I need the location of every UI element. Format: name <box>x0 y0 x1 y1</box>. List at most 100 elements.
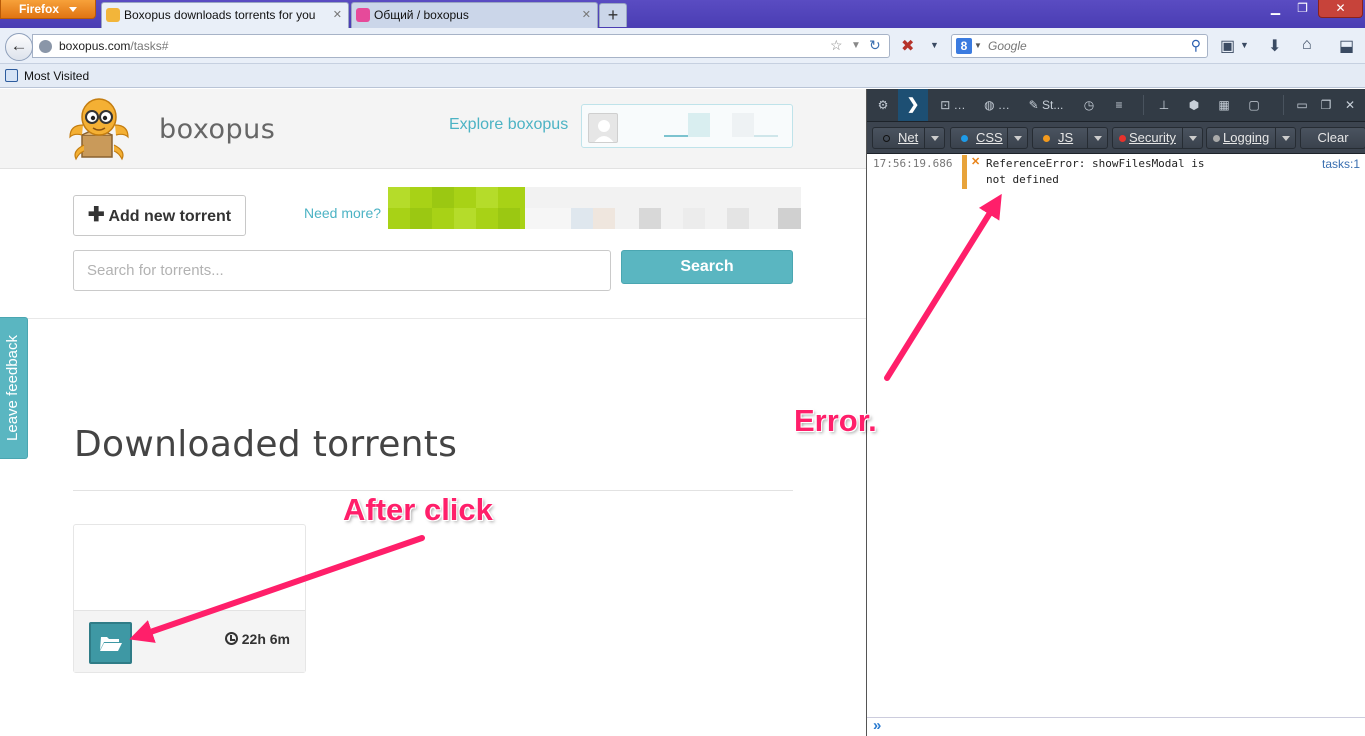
downloads-icon[interactable]: ⬇ <box>1268 36 1281 56</box>
bookmark-most-visited[interactable]: Most Visited <box>24 69 89 83</box>
inspector-tab-icon[interactable]: ⊡ … <box>933 89 973 121</box>
download-helper-icon[interactable]: ✖ <box>901 36 914 56</box>
firefox-menu-label: Firefox <box>19 2 60 16</box>
avatar <box>588 113 618 143</box>
log-source-link[interactable]: tasks:1 <box>1322 157 1360 171</box>
add-torrent-label: Add new torrent <box>108 208 232 225</box>
security-dot-icon <box>1119 135 1126 142</box>
search-placeholder: Google <box>988 39 1027 53</box>
new-tab-button[interactable]: + <box>599 3 627 27</box>
leave-feedback-tab[interactable]: Leave feedback <box>0 317 28 459</box>
reload-icon[interactable]: ↻ <box>869 37 881 54</box>
close-icon[interactable]: ✕ <box>1339 89 1361 121</box>
user-account-box[interactable] <box>581 104 793 148</box>
downloaded-torrents-heading: Downloaded torrents <box>74 424 458 465</box>
window-close-button[interactable]: ✕ <box>1318 0 1363 18</box>
filter-logging-button[interactable]: Logging <box>1206 127 1296 149</box>
search-icon[interactable]: ⚲ <box>1191 37 1201 54</box>
url-bar[interactable]: boxopus.com/tasks# ☆ ▼ ↻ <box>32 34 890 58</box>
save-icon[interactable]: ⬓ <box>1339 36 1354 56</box>
paintbrush-icon[interactable]: ⊥ <box>1151 89 1177 121</box>
style-editor-icon: ✎ <box>1028 98 1043 112</box>
redacted-banner[interactable] <box>388 187 801 229</box>
chevron-down-icon[interactable] <box>1087 128 1107 148</box>
close-icon[interactable]: ✕ <box>582 3 591 27</box>
filter-security-button[interactable]: Security <box>1112 127 1203 149</box>
style-editor-label: St... <box>1042 98 1064 112</box>
close-icon[interactable]: ✕ <box>333 3 342 27</box>
user-silhouette-icon <box>594 120 614 142</box>
profiler-tab-icon[interactable]: ◷ <box>1075 89 1103 121</box>
chevron-down-icon[interactable] <box>1182 128 1202 148</box>
maximize-button[interactable]: ❐ <box>1289 0 1316 18</box>
filter-label: Security <box>1129 130 1176 145</box>
js-dot-icon <box>1043 135 1050 142</box>
web-page: boxopus Explore boxopus ✚ Add new torren… <box>0 89 866 736</box>
torrent-time-remaining: 22h 6m <box>224 631 290 647</box>
bookmarks-toolbar: Most Visited <box>0 64 1365 88</box>
devtools-panel: ⚙ ❯ ⊡ … ◍ … ✎ St... ◷ ≡ ⊥ ⬢ ▦ ▢ ▭ ❐ ✕ Ne… <box>866 89 1365 736</box>
log-severity-bar <box>962 155 967 189</box>
clear-console-button[interactable]: Clear <box>1300 127 1365 149</box>
add-new-torrent-button[interactable]: ✚ Add new torrent <box>73 195 246 236</box>
console-prompt-icon: » <box>873 717 882 734</box>
bookmark-star-icon[interactable]: ☆ <box>830 37 843 54</box>
bookmarks-menu-icon[interactable]: ▣ <box>1220 36 1235 56</box>
globe-icon <box>39 40 52 53</box>
filter-net-button[interactable]: Net <box>872 127 945 149</box>
search-button[interactable]: Search <box>621 250 793 284</box>
gear-icon[interactable]: ⚙ <box>869 89 897 121</box>
console-tab-icon[interactable]: ❯ <box>898 89 928 121</box>
console-input[interactable]: » <box>867 717 1365 736</box>
firefox-menu-button[interactable]: Firefox <box>0 0 96 19</box>
home-icon[interactable]: ⌂ <box>1302 36 1312 54</box>
url-path: /tasks# <box>130 39 169 53</box>
folder-open-icon <box>100 637 122 651</box>
divider <box>1143 95 1144 115</box>
filter-js-button[interactable]: JS <box>1032 127 1108 149</box>
separate-window-icon[interactable]: ❐ <box>1315 89 1337 121</box>
tab-obshchiy[interactable]: Общий / boxopus ✕ <box>351 2 598 28</box>
net-dot-icon <box>883 135 890 142</box>
3d-view-icon[interactable]: ⬢ <box>1181 89 1207 121</box>
back-button[interactable]: ← <box>5 33 33 61</box>
redacted-username <box>754 135 778 137</box>
tab-title: Общий / boxopus <box>374 8 469 22</box>
history-dropdown-icon[interactable]: ▼ <box>851 40 861 51</box>
chevron-down-icon[interactable] <box>924 128 944 148</box>
tab-title: Boxopus downloads torrents for you <box>124 8 316 22</box>
need-more-link[interactable]: Need more? <box>304 205 381 221</box>
chevron-down-icon[interactable]: ▼ <box>930 40 939 50</box>
torrent-card-footer: 22h 6m <box>74 610 305 672</box>
minimize-button[interactable]: ▁ <box>1262 0 1289 18</box>
url-host: boxopus.com <box>59 39 131 53</box>
site-header: boxopus Explore boxopus <box>0 89 866 169</box>
scratchpad-icon[interactable]: ▦ <box>1211 89 1237 121</box>
back-arrow-icon: ← <box>10 36 28 55</box>
chevron-down-icon[interactable] <box>1007 128 1027 148</box>
dock-icon[interactable]: ▭ <box>1291 89 1313 121</box>
brand-name[interactable]: boxopus <box>159 114 275 145</box>
feedback-label: Leave feedback <box>4 335 21 441</box>
style-editor-tab[interactable]: ✎ St... <box>1023 89 1069 121</box>
chevron-down-icon[interactable]: ▼ <box>1240 40 1249 50</box>
filter-label: CSS <box>976 130 1003 145</box>
boxopus-favicon-icon <box>106 8 120 22</box>
responsive-mode-icon[interactable]: ▢ <box>1241 89 1267 121</box>
filter-label: Net <box>898 130 919 145</box>
network-tab-icon[interactable]: ≡ <box>1105 89 1133 121</box>
logging-dot-icon <box>1213 135 1220 142</box>
show-files-button[interactable] <box>89 622 132 664</box>
search-torrents-input[interactable] <box>73 250 611 291</box>
debugger-tab-icon[interactable]: ◍ … <box>975 89 1019 121</box>
tab-boxopus[interactable]: Boxopus downloads torrents for you ✕ <box>101 2 349 28</box>
clock-icon <box>224 632 238 645</box>
filter-css-button[interactable]: CSS <box>950 127 1028 149</box>
console-log-entry: 17:56:19.686 ✕ ReferenceError: showFiles… <box>867 155 1365 191</box>
chevron-down-icon[interactable] <box>1275 128 1295 148</box>
octopus-logo-icon[interactable] <box>66 95 132 161</box>
after-click-annotation: After click <box>343 492 493 527</box>
log-timestamp: 17:56:19.686 <box>873 157 953 170</box>
search-bar[interactable]: 8 ▼ Google ⚲ <box>951 34 1208 58</box>
explore-link[interactable]: Explore boxopus <box>449 116 568 134</box>
